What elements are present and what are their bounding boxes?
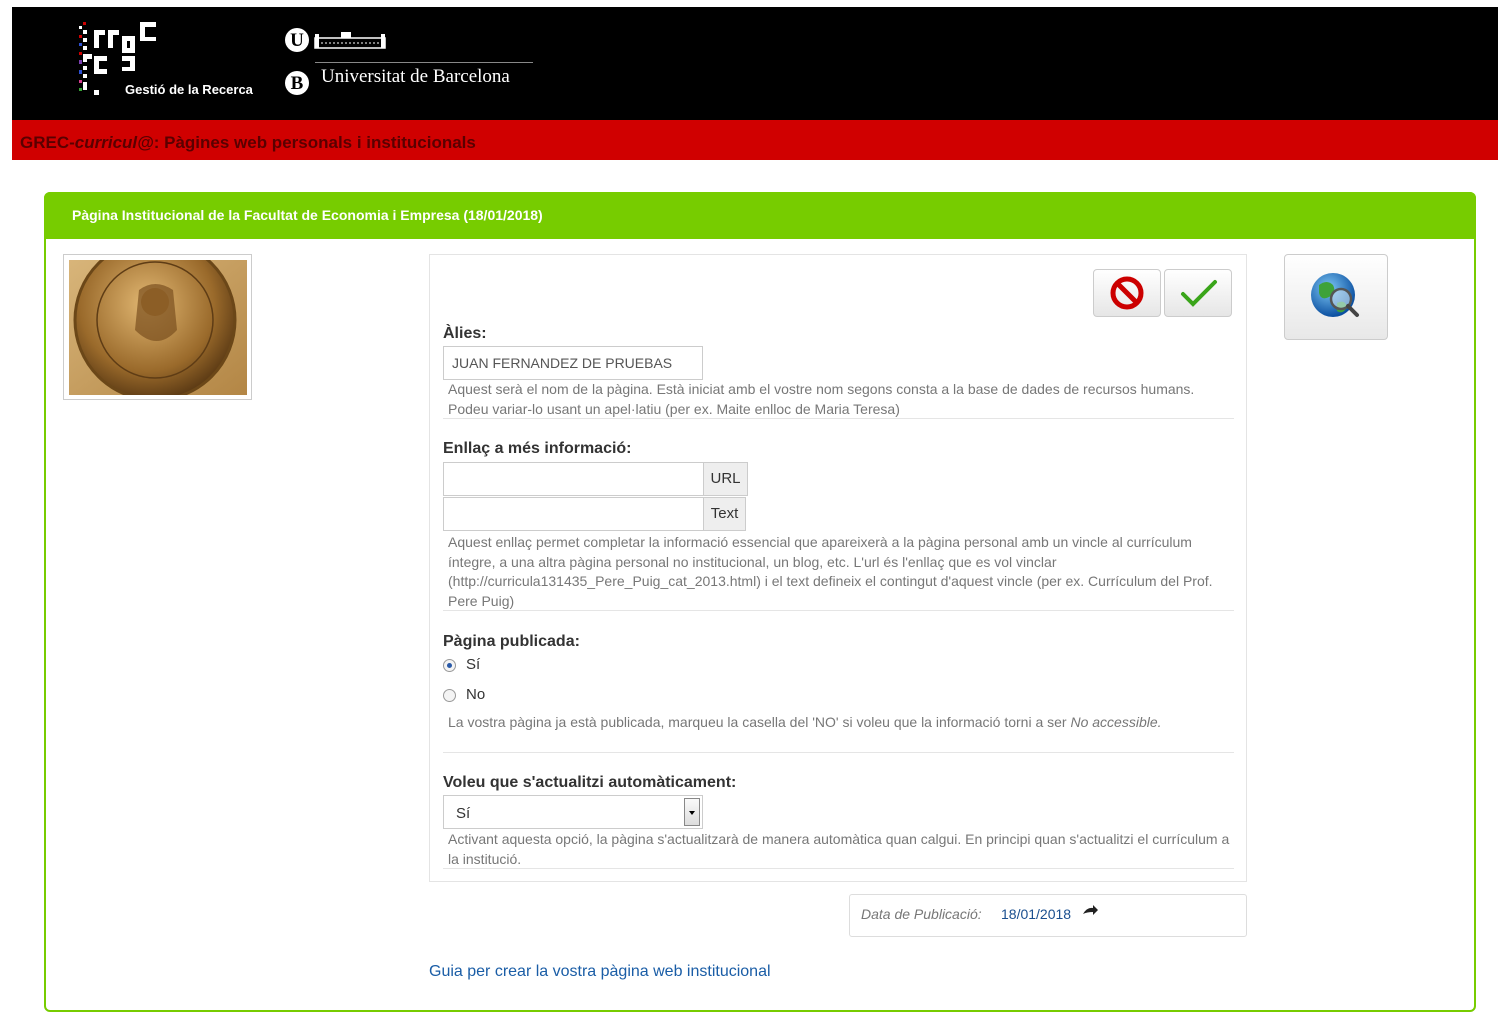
app-title-italic: curricul@ [74,133,154,152]
divider [443,868,1234,869]
published-label: Pàgina publicada: [443,633,580,650]
text-addon: Text [703,497,746,531]
alias-label: Àlies: [443,325,487,342]
arrow-right-icon[interactable] [1082,904,1098,922]
university-name: Universitat de Barcelona [321,66,510,87]
globe-search-icon [1311,273,1359,317]
published-help: La vostra pàgina ja està publicada, marq… [448,713,1238,733]
faculty-image [63,254,252,400]
alias-help: Aquest serà el nom de la pàgina. Està in… [448,381,1195,417]
ub-divider [315,62,533,63]
autoupdate-value: Sí [456,805,471,822]
guide-link[interactable]: Guia per crear la vostra pàgina web inst… [429,963,771,981]
published-no-radio[interactable] [443,689,456,702]
grec-subtitle: Gestió de la Recerca [125,82,253,97]
autoupdate-label: Voleu que s'actualitzi automàticament: [443,774,737,791]
medallion-photo [69,260,247,395]
ub-logo[interactable]: U B Universitat de Barcelona [283,24,543,104]
published-yes-radio[interactable] [443,659,456,672]
autoupdate-help: Activant aquesta opció, la pàgina s'actu… [448,831,1230,867]
published-no-label[interactable]: No [466,686,485,703]
chevron-down-icon[interactable] [684,798,700,826]
divider [443,752,1234,753]
publication-date: 18/01/2018 [1001,906,1072,922]
link-help: Aquest enllaç permet completar la inform… [448,534,1213,609]
published-help-text: La vostra pàgina ja està publicada, marq… [448,714,1071,730]
ub-letter-u: U [285,28,309,52]
link-label: Enllaç a més informació: [443,440,632,457]
publication-label: Data de Publicació: [861,906,982,922]
panel-title: Pàgina Institucional de la Facultat de E… [72,207,543,223]
cancel-button[interactable] [1093,269,1161,317]
autoupdate-select[interactable]: Sí [443,795,703,829]
divider [443,418,1234,419]
url-addon: URL [703,462,748,496]
published-yes-label[interactable]: Sí [466,656,480,673]
check-icon [1181,280,1217,307]
view-page-button[interactable] [1284,254,1388,340]
grec-logo[interactable]: Gestió de la Recerca [64,20,264,100]
app-title-prefix: GREC- [20,133,75,152]
save-button[interactable] [1164,269,1232,317]
published-help-italic: No accessible. [1070,714,1162,730]
ub-letter-b: B [285,71,309,95]
divider [443,610,1234,611]
url-input[interactable] [443,462,704,496]
link-text-input[interactable] [443,497,704,531]
alias-input[interactable]: JUAN FERNANDEZ DE PRUEBAS [443,346,703,380]
ub-building-icon [314,32,386,49]
app-title: GREC-curricul@: Pàgines web personals i … [20,133,476,153]
app-title-suffix: : Pàgines web personals i institucionals [153,133,476,152]
cancel-icon [1110,276,1144,310]
